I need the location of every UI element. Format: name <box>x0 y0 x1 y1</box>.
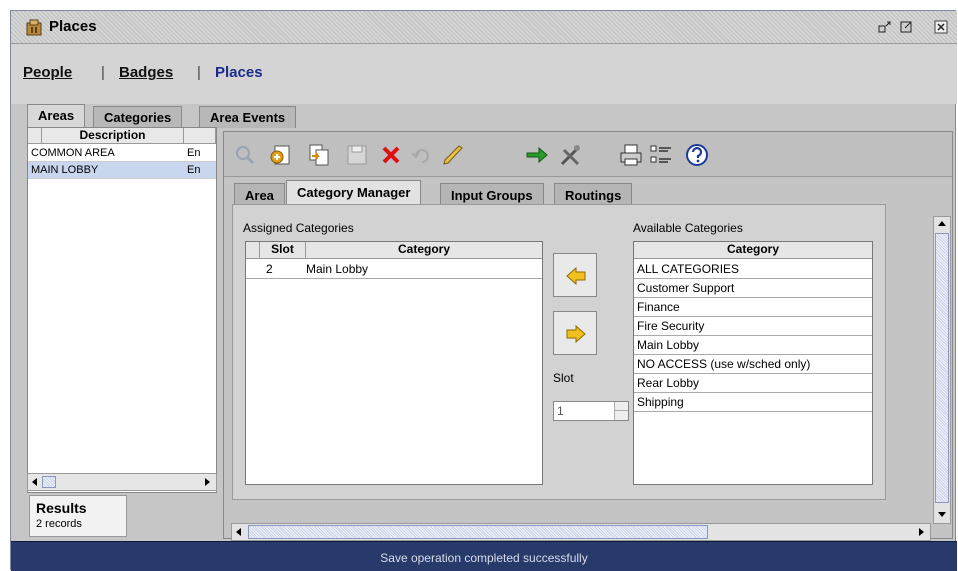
places-icon <box>26 19 42 36</box>
table-corner <box>246 242 260 259</box>
list-item[interactable]: Main Lobby <box>634 336 872 355</box>
areas-grid: Description COMMON AREA En MAIN LOBBY En <box>27 127 217 493</box>
header-slot[interactable]: Slot <box>260 242 306 259</box>
list-item[interactable]: Shipping <box>634 393 872 412</box>
stepper-down-icon[interactable] <box>614 411 628 420</box>
nav-people[interactable]: People <box>23 64 72 81</box>
tab-area[interactable]: Area <box>234 183 285 205</box>
copy-record-icon[interactable] <box>306 142 332 168</box>
results-count: 2 records <box>36 518 82 530</box>
tab-areas[interactable]: Areas <box>27 104 86 128</box>
header-available-category[interactable]: Category <box>634 242 872 259</box>
table-row[interactable]: COMMON AREA <box>28 145 184 162</box>
content-horizontal-scrollbar[interactable] <box>231 523 931 541</box>
table-row[interactable]: 2 Main Lobby <box>246 260 542 279</box>
list-item[interactable]: Rear Lobby <box>634 374 872 393</box>
main-nav: People | Badges | Places <box>11 44 957 104</box>
stepper-up-icon[interactable] <box>614 402 628 411</box>
details-panel: Area Category Manager Input Groups Routi… <box>223 131 953 539</box>
tab-categories[interactable]: Categories <box>93 106 183 128</box>
slot-label: Slot <box>553 371 574 385</box>
status-message: Save operation completed successfully <box>380 551 588 565</box>
grid-header-extra[interactable] <box>184 128 216 144</box>
slot-stepper[interactable]: 1 <box>553 401 629 421</box>
results-panel: Results 2 records <box>29 495 127 537</box>
edit-icon[interactable] <box>440 142 466 168</box>
list-item[interactable]: NO ACCESS (use w/sched only) <box>634 355 872 374</box>
results-title: Results <box>36 500 87 516</box>
tools-icon[interactable] <box>558 142 584 168</box>
content-vertical-scrollbar[interactable] <box>933 216 951 524</box>
status-bar: Save operation completed successfully <box>11 541 957 571</box>
add-record-icon[interactable] <box>268 142 294 168</box>
assigned-categories-table: Slot Category 2 Main Lobby <box>245 241 543 485</box>
list-item[interactable]: Finance <box>634 298 872 317</box>
arrow-right-icon <box>566 324 586 344</box>
toolbar <box>224 132 952 177</box>
areas-horizontal-scrollbar[interactable] <box>27 473 217 491</box>
list-item[interactable]: Customer Support <box>634 279 872 298</box>
nav-badges[interactable]: Badges <box>119 64 173 81</box>
window-title: Places <box>49 18 97 35</box>
nav-separator: | <box>101 64 105 81</box>
tab-input-groups[interactable]: Input Groups <box>440 183 544 205</box>
scroll-left-icon[interactable] <box>234 527 244 537</box>
nav-separator: | <box>197 64 201 81</box>
scroll-down-icon[interactable] <box>937 509 947 519</box>
tab-routings[interactable]: Routings <box>554 183 633 205</box>
slot-value: 1 <box>557 404 564 418</box>
maximize-icon[interactable] <box>899 19 915 35</box>
row-slot: 2 <box>266 262 273 276</box>
scroll-thumb[interactable] <box>42 476 56 488</box>
delete-icon[interactable] <box>378 142 404 168</box>
scroll-right-icon[interactable] <box>202 477 212 487</box>
header-category[interactable]: Category <box>306 242 542 259</box>
go-arrow-icon[interactable] <box>524 142 550 168</box>
print-icon[interactable] <box>618 142 644 168</box>
places-window: Places People | Badges | Places Areas Ca… <box>10 10 957 571</box>
available-categories-label: Available Categories <box>633 221 743 235</box>
scroll-up-icon[interactable] <box>937 219 947 229</box>
nav-places[interactable]: Places <box>215 64 263 81</box>
row-category: Main Lobby <box>306 262 369 276</box>
scroll-thumb[interactable] <box>935 233 949 503</box>
close-icon[interactable] <box>933 19 949 35</box>
arrow-left-icon <box>566 266 586 286</box>
unassign-category-button[interactable] <box>553 311 597 355</box>
grid-header-description[interactable]: Description <box>42 128 184 144</box>
title-bar: Places <box>11 11 957 44</box>
grid-corner <box>28 128 42 144</box>
list-item[interactable]: Fire Security <box>634 317 872 336</box>
scroll-thumb[interactable] <box>248 525 708 539</box>
undo-icon[interactable] <box>408 142 434 168</box>
assign-category-button[interactable] <box>553 253 597 297</box>
save-icon[interactable] <box>344 142 370 168</box>
table-cell[interactable]: En <box>184 162 216 179</box>
list-item[interactable]: ALL CATEGORIES <box>634 260 872 279</box>
search-icon[interactable] <box>232 142 258 168</box>
help-icon[interactable] <box>684 142 710 168</box>
tab-area-events[interactable]: Area Events <box>199 106 297 128</box>
list-options-icon[interactable] <box>648 142 674 168</box>
scroll-right-icon[interactable] <box>916 527 926 537</box>
table-cell[interactable]: En <box>184 145 216 162</box>
category-manager-content: Assigned Categories Slot Category 2 Main… <box>232 204 886 500</box>
restore-icon[interactable] <box>877 19 893 35</box>
tab-category-manager[interactable]: Category Manager <box>286 180 422 205</box>
assigned-categories-label: Assigned Categories <box>243 221 354 235</box>
table-row-selected[interactable]: MAIN LOBBY <box>28 162 184 179</box>
scroll-left-icon[interactable] <box>30 477 40 487</box>
available-categories-table: Category ALL CATEGORIES Customer Support… <box>633 241 873 485</box>
